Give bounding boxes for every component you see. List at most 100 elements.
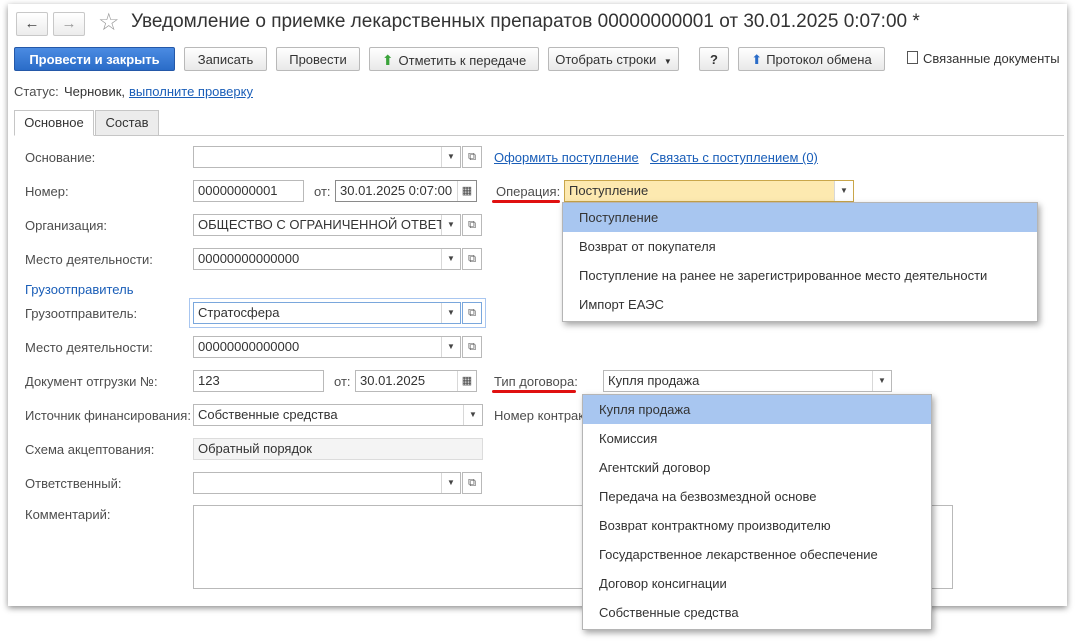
operation-option[interactable]: Возврат от покупателя (563, 232, 1037, 261)
contract-type-option[interactable]: Агентский договор (583, 453, 931, 482)
osnovanie-field[interactable]: ▼ (193, 146, 461, 168)
open-icon[interactable]: ⧉ (462, 146, 482, 168)
chevron-down-icon: ▼ (663, 57, 672, 66)
operation-field[interactable]: Поступление ▼ (564, 180, 854, 202)
organization-field[interactable]: ОБЩЕСТВО С ОГРАНИЧЕННОЙ ОТВЕТ ▼ (193, 214, 461, 236)
create-receipt-link[interactable]: Оформить поступление (494, 150, 639, 165)
shipper-field[interactable]: Стратосфера ▼ (193, 302, 461, 324)
select-rows-button[interactable]: Отобрать строки ▼ (548, 47, 679, 71)
operation-underline-annotation (492, 200, 560, 203)
contract-type-field[interactable]: Купля продажа ▼ (603, 370, 892, 392)
funding-source-value: Собственные средства (198, 407, 338, 422)
related-docs-label: Связанные документы (923, 51, 1060, 66)
dropdown-arrow-icon[interactable]: ▼ (441, 147, 460, 167)
dropdown-arrow-icon[interactable]: ▼ (872, 371, 891, 391)
select-rows-label: Отобрать строки (555, 52, 657, 67)
contract-type-option[interactable]: Государственное лекарственное обеспечени… (583, 540, 931, 569)
shipper-activity-place-field[interactable]: 00000000000000 ▼ (193, 336, 461, 358)
dropdown-arrow-icon[interactable]: ▼ (441, 473, 460, 493)
open-icon[interactable]: ⧉ (462, 302, 482, 324)
mark-transfer-label: Отметить к передаче (398, 53, 527, 68)
shipment-doc-number-field[interactable]: 123 (193, 370, 324, 392)
open-icon[interactable]: ⧉ (462, 336, 482, 358)
shipment-date-field[interactable]: 30.01.2025 ▦ (355, 370, 477, 392)
open-icon[interactable]: ⧉ (462, 472, 482, 494)
date-value: 30.01.2025 0:07:00 (340, 183, 453, 198)
window-title: Уведомление о приемке лекарственных преп… (131, 11, 920, 32)
link-receipt-link[interactable]: Связать с поступлением (0) (650, 150, 818, 165)
shipper-label: Грузоотправитель: (25, 306, 138, 321)
operation-value: Поступление (569, 183, 649, 198)
operation-option[interactable]: Импорт ЕАЭС (563, 290, 1037, 319)
document-icon (907, 51, 918, 64)
operation-label: Операция: (496, 184, 561, 199)
shipper-activity-place-label: Место деятельности: (25, 340, 153, 355)
save-button[interactable]: Записать (184, 47, 267, 71)
related-docs-button[interactable]: Связанные документы (907, 51, 1060, 66)
funding-source-label: Источник финансирования: (25, 408, 191, 423)
exchange-icon: ⬆ (751, 52, 763, 67)
shipment-doc-label: Документ отгрузки №: (25, 374, 158, 389)
shipper-section-title: Грузоотправитель (25, 282, 134, 297)
contract-type-label: Тип договора: (494, 374, 578, 389)
tab-composition[interactable]: Состав (95, 110, 159, 136)
contract-type-option[interactable]: Собственные средства (583, 598, 931, 627)
contract-type-underline-annotation (492, 390, 576, 393)
dropdown-arrow-icon[interactable]: ▼ (441, 215, 460, 235)
post-button[interactable]: Провести (276, 47, 360, 71)
responsible-field[interactable]: ▼ (193, 472, 461, 494)
activity-place-value: 00000000000000 (198, 251, 300, 266)
dropdown-arrow-icon[interactable]: ▼ (441, 337, 460, 357)
help-button[interactable]: ? (699, 47, 729, 71)
arrow-right-icon: → (61, 15, 77, 32)
forward-button[interactable]: → (53, 12, 85, 36)
arrow-left-icon: ← (24, 15, 40, 32)
contract-type-option[interactable]: Комиссия (583, 424, 931, 453)
osnovanie-label: Основание: (25, 150, 96, 165)
organization-label: Организация: (25, 218, 108, 233)
tab-divider (14, 135, 1064, 136)
calendar-icon[interactable]: ▦ (457, 371, 476, 391)
contract-type-value: Купля продажа (608, 373, 700, 388)
dropdown-arrow-icon[interactable]: ▼ (441, 249, 460, 269)
calendar-icon[interactable]: ▦ (457, 181, 476, 201)
run-check-link[interactable]: выполните проверку (129, 84, 253, 99)
operation-option[interactable]: Поступление на ранее не зарегистрированн… (563, 261, 1037, 290)
date-label: от: (314, 184, 331, 199)
favorite-star-icon[interactable]: ☆ (98, 8, 120, 37)
acceptance-scheme-field: Обратный порядок (193, 438, 483, 460)
activity-place-field[interactable]: 00000000000000 ▼ (193, 248, 461, 270)
contract-type-option[interactable]: Договор консигнации (583, 569, 931, 598)
mark-transfer-button[interactable]: ⬆ Отметить к передаче (369, 47, 539, 71)
organization-value: ОБЩЕСТВО С ОГРАНИЧЕННОЙ ОТВЕТ (198, 217, 445, 232)
status-value: Черновик, (64, 84, 126, 99)
shipper-value: Стратосфера (198, 305, 280, 320)
date-field[interactable]: 30.01.2025 0:07:00 ▦ (335, 180, 477, 202)
dropdown-arrow-icon[interactable]: ▼ (834, 181, 853, 201)
contract-type-option[interactable]: Купля продажа (583, 395, 931, 424)
dropdown-arrow-icon[interactable]: ▼ (441, 303, 460, 323)
funding-source-field[interactable]: Собственные средства ▼ (193, 404, 483, 426)
operation-option[interactable]: Поступление (563, 203, 1037, 232)
exchange-log-label: Протокол обмена (766, 52, 872, 67)
back-button[interactable]: ← (16, 12, 48, 36)
operation-dropdown-list: Поступление Возврат от покупателя Поступ… (562, 202, 1038, 322)
shipper-activity-place-value: 00000000000000 (198, 339, 300, 354)
number-field[interactable]: 00000000001 (193, 180, 304, 202)
open-icon[interactable]: ⧉ (462, 248, 482, 270)
responsible-label: Ответственный: (25, 476, 122, 491)
shipment-date-label: от: (334, 374, 351, 389)
activity-place-label: Место деятельности: (25, 252, 153, 267)
tab-main[interactable]: Основное (14, 110, 94, 136)
open-icon[interactable]: ⧉ (462, 214, 482, 236)
comment-label: Комментарий: (25, 507, 111, 522)
number-label: Номер: (25, 184, 69, 199)
contract-type-dropdown-list: Купля продажа Комиссия Агентский договор… (582, 394, 932, 630)
post-and-close-button[interactable]: Провести и закрыть (14, 47, 175, 71)
shipment-date-value: 30.01.2025 (360, 373, 426, 388)
green-arrow-up-icon: ⬆ (381, 52, 394, 68)
exchange-log-button[interactable]: ⬆ Протокол обмена (738, 47, 885, 71)
contract-type-option[interactable]: Передача на безвозмездной основе (583, 482, 931, 511)
contract-type-option[interactable]: Возврат контрактному производителю (583, 511, 931, 540)
dropdown-arrow-icon[interactable]: ▼ (463, 405, 482, 425)
